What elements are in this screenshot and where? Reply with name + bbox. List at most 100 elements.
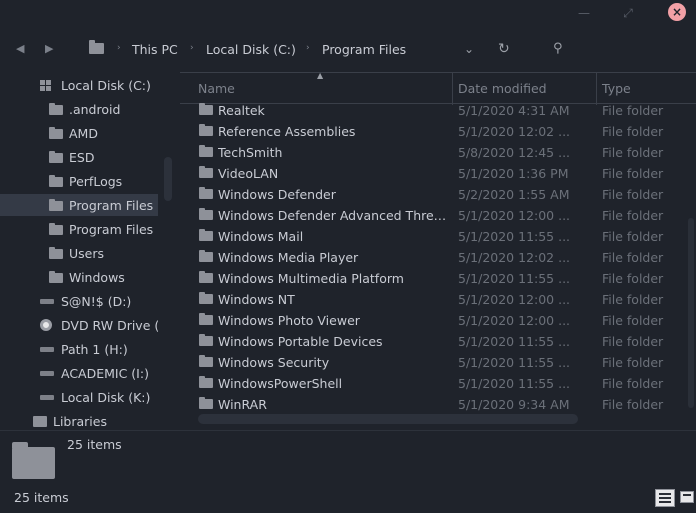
breadcrumb-program-files[interactable]: Program Files bbox=[322, 42, 406, 57]
folder-icon bbox=[199, 103, 213, 115]
file-date-modified: 5/1/2020 12:00 ... bbox=[458, 208, 571, 223]
sidebar-item[interactable]: Local Disk (K:) bbox=[0, 386, 158, 408]
file-name: Windows Media Player bbox=[218, 250, 359, 265]
vertical-scrollbar[interactable] bbox=[688, 218, 694, 408]
details-view-icon[interactable] bbox=[655, 489, 675, 507]
table-row[interactable]: Windows Photo Viewer 5/1/2020 12:00 ... Fi… bbox=[180, 310, 680, 331]
folder-icon bbox=[199, 250, 213, 262]
folder-icon bbox=[199, 376, 213, 388]
file-name: Windows Photo Viewer bbox=[218, 313, 360, 328]
folder-icon bbox=[49, 199, 63, 211]
sidebar-item-label: Local Disk (K:) bbox=[61, 390, 151, 405]
table-row[interactable]: Windows Defender 5/2/2020 1:55 AM File fol… bbox=[180, 184, 680, 205]
breadcrumb-separator-icon[interactable]: › bbox=[306, 43, 310, 53]
table-row[interactable]: VideoLAN 5/1/2020 1:36 PM File folder bbox=[180, 163, 680, 184]
file-date-modified: 5/1/2020 12:02 ... bbox=[458, 250, 571, 265]
table-row[interactable]: Windows NT 5/1/2020 12:00 ... File folder bbox=[180, 289, 680, 310]
column-header-type[interactable]: Type bbox=[602, 81, 631, 96]
sidebar-scrollbar[interactable] bbox=[164, 157, 172, 201]
file-name: Realtek bbox=[218, 103, 265, 118]
file-type: File folder bbox=[602, 250, 664, 265]
sidebar-item[interactable]: ESD bbox=[0, 146, 158, 168]
chevron-down-icon[interactable]: ⌄ bbox=[464, 42, 474, 56]
sidebar-item[interactable]: DVD RW Drive ( bbox=[0, 314, 158, 336]
sidebar-item[interactable]: PerfLogs bbox=[0, 170, 158, 192]
sidebar-item[interactable]: AMD bbox=[0, 122, 158, 144]
file-name: Windows Portable Devices bbox=[218, 334, 383, 349]
file-name: Windows Defender bbox=[218, 187, 336, 202]
breadcrumb-this-pc[interactable]: This PC bbox=[132, 42, 178, 57]
drive-icon bbox=[40, 347, 54, 352]
horizontal-scrollbar[interactable] bbox=[198, 414, 578, 424]
folder-icon bbox=[49, 223, 63, 235]
file-type: File folder bbox=[602, 376, 664, 391]
file-date-modified: 5/1/2020 11:55 ... bbox=[458, 334, 571, 349]
folder-icon bbox=[199, 355, 213, 367]
sidebar-item[interactable]: Windows bbox=[0, 266, 158, 288]
sidebar-item-label: ESD bbox=[69, 150, 95, 165]
sidebar-item-label: Users bbox=[69, 246, 105, 261]
table-row[interactable]: Windows Portable Devices 5/1/2020 11:55 .… bbox=[180, 331, 680, 352]
table-row[interactable]: Windows Multimedia Platform 5/1/2020 11:5… bbox=[180, 268, 680, 289]
table-row[interactable]: Windows Mail 5/1/2020 11:55 ... File folde… bbox=[180, 226, 680, 247]
sidebar-item[interactable]: Path 1 (H:) bbox=[0, 338, 158, 360]
sidebar-item[interactable]: .android bbox=[0, 98, 158, 120]
search-icon[interactable]: ⚲ bbox=[553, 41, 563, 56]
folder-icon bbox=[49, 103, 63, 115]
file-name: Windows Defender Advanced Threa... bbox=[218, 208, 448, 223]
folder-icon bbox=[199, 397, 213, 409]
sidebar-item-label: S@N!$ (D:) bbox=[61, 294, 132, 309]
sidebar-item[interactable]: S@N!$ (D:) bbox=[0, 290, 158, 312]
file-date-modified: 5/1/2020 11:55 ... bbox=[458, 376, 571, 391]
folder-icon bbox=[199, 229, 213, 241]
table-row[interactable]: Windows Defender Advanced Threa... 5/1/20… bbox=[180, 205, 680, 226]
table-row[interactable]: WindowsPowerShell 5/1/2020 11:55 ... File … bbox=[180, 373, 680, 394]
sidebar-item-label: Local Disk (C:) bbox=[61, 78, 151, 93]
file-date-modified: 5/1/2020 12:02 ... bbox=[458, 124, 571, 139]
table-row[interactable]: Windows Media Player 5/1/2020 12:02 ... Fi… bbox=[180, 247, 680, 268]
sidebar-item-label: Program Files bbox=[69, 198, 154, 213]
file-name: Windows Security bbox=[218, 355, 330, 370]
file-date-modified: 5/1/2020 11:55 ... bbox=[458, 355, 571, 370]
close-button[interactable]: × bbox=[668, 3, 686, 21]
sidebar-item[interactable]: Libraries bbox=[0, 410, 158, 430]
table-row[interactable]: Windows Security 5/1/2020 11:55 ... File f… bbox=[180, 352, 680, 373]
sidebar-item-label: AMD bbox=[69, 126, 98, 141]
file-type: File folder bbox=[602, 229, 664, 244]
sidebar-item-label: DVD RW Drive ( bbox=[61, 318, 158, 333]
sidebar-item[interactable]: Local Disk (C:) bbox=[0, 74, 158, 96]
file-name: WindowsPowerShell bbox=[218, 376, 343, 391]
folder-icon bbox=[199, 145, 213, 157]
file-date-modified: 5/1/2020 1:36 PM bbox=[458, 166, 569, 181]
file-date-modified: 5/1/2020 12:00 ... bbox=[458, 292, 571, 307]
table-row[interactable]: Realtek 5/1/2020 4:31 AM File folder bbox=[180, 100, 680, 121]
refresh-icon[interactable]: ↻ bbox=[498, 41, 510, 57]
sidebar-item-label: .android bbox=[69, 102, 121, 117]
minimize-button[interactable]: — bbox=[574, 4, 594, 22]
sidebar-item[interactable]: ACADEMIC (I:) bbox=[0, 362, 158, 384]
details-item-count: 25 items bbox=[67, 437, 122, 452]
breadcrumb-separator-icon[interactable]: › bbox=[190, 43, 194, 53]
forward-arrow-icon[interactable]: ▶ bbox=[45, 42, 53, 55]
table-row[interactable]: WinRAR 5/1/2020 9:34 AM File folder bbox=[180, 394, 680, 415]
folder-preview-icon bbox=[12, 442, 55, 479]
back-arrow-icon[interactable]: ◀ bbox=[16, 42, 24, 55]
table-row[interactable]: Reference Assemblies 5/1/2020 12:02 ... Fi… bbox=[180, 121, 680, 142]
sidebar-item-label: Windows bbox=[69, 270, 125, 285]
sidebar-item[interactable]: Program Files ( bbox=[0, 218, 158, 240]
sidebar-item[interactable]: Program Files bbox=[0, 194, 158, 216]
address-folder-icon bbox=[89, 40, 104, 54]
table-row[interactable]: TechSmith 5/8/2020 12:45 ... File folder bbox=[180, 142, 680, 163]
column-header-name[interactable]: Name bbox=[198, 81, 235, 96]
breadcrumb-separator-icon[interactable]: › bbox=[117, 43, 121, 53]
folder-icon bbox=[199, 313, 213, 325]
file-name: Windows Mail bbox=[218, 229, 304, 244]
folder-icon bbox=[49, 247, 63, 259]
maximize-button[interactable]: ⤢ bbox=[618, 4, 638, 22]
large-icons-view-icon[interactable] bbox=[680, 491, 694, 503]
column-header-date-modified[interactable]: Date modified bbox=[458, 81, 547, 96]
library-icon bbox=[33, 416, 47, 427]
sidebar-item[interactable]: Users bbox=[0, 242, 158, 264]
breadcrumb-local-disk-c[interactable]: Local Disk (C:) bbox=[206, 42, 296, 57]
file-type: File folder bbox=[602, 103, 664, 118]
